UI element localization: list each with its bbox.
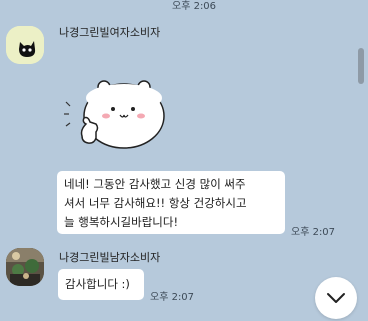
message-line: 늘 행복하시길바랍니다! xyxy=(64,215,179,229)
scroll-to-bottom-button[interactable] xyxy=(315,277,357,319)
message-time: 오후 2:07 xyxy=(150,292,195,303)
sender-name: 나경그린빌남자소비자 xyxy=(59,251,161,264)
scrollbar-thumb[interactable] xyxy=(358,48,364,84)
message-line: 셔서 너무 감사해요!! 항상 건강하시고 xyxy=(64,196,247,210)
message-bubble[interactable]: 네네! 그동안 감사했고 신경 많이 써주 셔서 너무 감사해요!! 항상 건강… xyxy=(57,171,285,234)
message-text: 감사합니다 :) xyxy=(65,277,130,291)
top-timestamp: 오후 2:06 xyxy=(172,1,217,12)
sender-name: 나경그린빌여자소비자 xyxy=(59,26,161,39)
message-time: 오후 2:07 xyxy=(291,227,336,238)
white-bear-thumbs-up-icon xyxy=(64,80,165,149)
message-bubble[interactable]: 감사합니다 :) xyxy=(58,269,144,300)
cafe-photo-avatar xyxy=(6,248,44,286)
sender-avatar[interactable] xyxy=(6,26,44,64)
chevron-down-icon xyxy=(327,293,345,303)
sender-avatar[interactable] xyxy=(6,248,44,286)
message-line: 네네! 그동안 감사했고 신경 많이 써주 xyxy=(64,177,246,191)
bear-sticker[interactable] xyxy=(58,68,166,158)
cat-face-icon xyxy=(6,26,44,64)
